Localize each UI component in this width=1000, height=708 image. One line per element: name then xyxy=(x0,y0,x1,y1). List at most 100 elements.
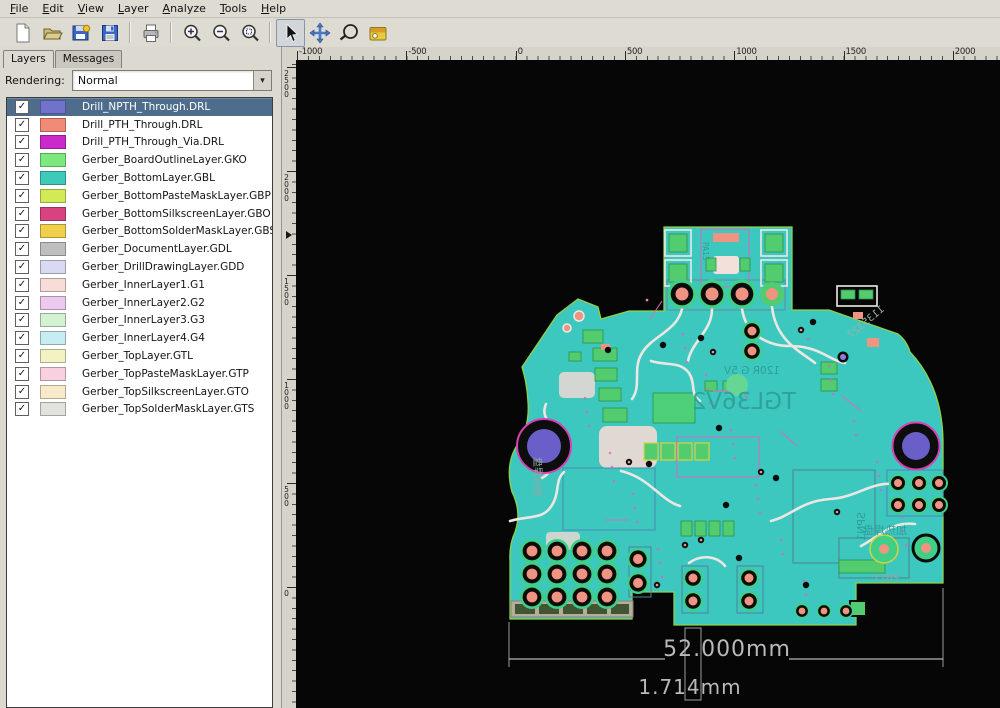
layer-visibility-checkbox[interactable]: ✓ xyxy=(15,260,29,274)
layer-visibility-checkbox[interactable]: ✓ xyxy=(15,313,29,327)
layer-visibility-checkbox[interactable]: ✓ xyxy=(15,278,29,292)
menu-layer[interactable]: Layer xyxy=(112,1,157,16)
v-ruler: 25002000150010005000 xyxy=(282,60,297,708)
layer-row[interactable]: ✓ Gerber_TopSolderMaskLayer.GTS xyxy=(7,401,272,419)
zoom-out-button[interactable] xyxy=(206,19,235,47)
layer-visibility-checkbox[interactable]: ✓ xyxy=(15,224,29,238)
cursor-position-marker xyxy=(286,231,292,239)
svg-text:TGL36V2: TGL36V2 xyxy=(692,389,797,415)
layer-visibility-checkbox[interactable]: ✓ xyxy=(15,135,29,149)
layer-visibility-checkbox[interactable]: ✓ xyxy=(15,331,29,345)
layer-color-swatch[interactable] xyxy=(40,100,66,114)
toolbar-separator xyxy=(129,22,131,43)
layer-row[interactable]: ✓Gerber_DocumentLayer.GDL xyxy=(7,240,272,258)
layer-visibility-checkbox[interactable]: ✓ xyxy=(15,100,29,114)
layer-color-swatch[interactable] xyxy=(40,402,66,416)
pcb-viewport[interactable]: TGL36V2 120R G 5V SPN1 PB11 PA15 1135327… xyxy=(296,60,1000,708)
print-button[interactable] xyxy=(136,19,165,47)
layer-name: Gerber_BottomLayer.GBL xyxy=(82,172,215,184)
ruler-tick xyxy=(287,67,296,68)
rendering-row: Rendering: Normal ▾ xyxy=(0,68,281,93)
layer-color-swatch[interactable] xyxy=(40,296,66,310)
layer-color-swatch[interactable] xyxy=(40,367,66,381)
layer-color-swatch[interactable] xyxy=(40,278,66,292)
pointer-tool-button[interactable] xyxy=(276,19,305,47)
layer-row[interactable]: ✓Gerber_BottomSilkscreenLayer.GBO xyxy=(7,205,272,223)
layer-visibility-checkbox[interactable]: ✓ xyxy=(15,367,29,381)
layer-color-swatch[interactable] xyxy=(40,331,66,345)
menu-tools[interactable]: Tools xyxy=(214,1,255,16)
svg-text:接出焊盘: 接出焊盘 xyxy=(531,457,544,497)
layer-visibility-checkbox[interactable]: ✓ xyxy=(15,349,29,363)
zoom-in-button[interactable] xyxy=(177,19,206,47)
zoom-box-tool-button[interactable] xyxy=(334,19,363,47)
layer-color-swatch[interactable] xyxy=(40,207,66,221)
pan-tool-button[interactable] xyxy=(305,19,334,47)
zoom-fit-button[interactable] xyxy=(235,19,264,47)
ruler-tick-label: 0 xyxy=(283,589,290,596)
layer-row[interactable]: ✓ Gerber_BottomLayer.GBL xyxy=(7,169,272,187)
layer-row[interactable]: ✓Gerber_BottomPasteMaskLayer.GBP xyxy=(7,187,272,205)
layer-color-swatch[interactable] xyxy=(40,189,66,203)
layer-visibility-checkbox[interactable]: ✓ xyxy=(15,207,29,221)
layer-color-swatch[interactable] xyxy=(40,349,66,363)
tab-layers[interactable]: Layers xyxy=(3,50,54,68)
layer-visibility-checkbox[interactable]: ✓ xyxy=(15,153,29,167)
layer-visibility-checkbox[interactable]: ✓ xyxy=(15,171,29,185)
layer-row[interactable]: ✓Gerber_InnerLayer4.G4 xyxy=(7,329,272,347)
layer-visibility-checkbox[interactable]: ✓ xyxy=(15,402,29,416)
layer-visibility-checkbox[interactable]: ✓ xyxy=(15,242,29,256)
rendering-label: Rendering: xyxy=(5,74,65,87)
layer-color-swatch[interactable] xyxy=(40,242,66,256)
new-file-button[interactable] xyxy=(8,19,37,47)
menu-help[interactable]: Help xyxy=(255,1,294,16)
layer-visibility-checkbox[interactable]: ✓ xyxy=(15,118,29,132)
layer-visibility-checkbox[interactable]: ✓ xyxy=(15,385,29,399)
layer-name: Drill_PTH_Through.DRL xyxy=(82,119,202,131)
menu-view[interactable]: View xyxy=(72,1,112,16)
ruler-tick xyxy=(297,51,298,60)
layer-color-swatch[interactable] xyxy=(40,135,66,149)
rendering-dropdown[interactable]: Normal ▾ xyxy=(72,70,272,91)
layer-name: Gerber_TopSolderMaskLayer.GTS xyxy=(82,403,254,415)
layer-row[interactable]: ✓Gerber_BoardOutlineLayer.GKO xyxy=(7,151,272,169)
layer-row[interactable]: ✓ Drill_NPTH_Through.DRL xyxy=(7,98,272,116)
layer-color-swatch[interactable] xyxy=(40,118,66,132)
measure-tool-button[interactable] xyxy=(363,19,392,47)
menu-analyze[interactable]: Analyze xyxy=(157,1,214,16)
layer-visibility-checkbox[interactable]: ✓ xyxy=(15,296,29,310)
layer-row[interactable]: ✓Gerber_TopLayer.GTL xyxy=(7,347,272,365)
measure-icon xyxy=(367,22,389,44)
layer-visibility-checkbox[interactable]: ✓ xyxy=(15,189,29,203)
ruler-tick xyxy=(625,51,626,60)
layer-row[interactable]: ✓Gerber_TopSilkscreenLayer.GTO xyxy=(7,383,272,401)
layer-row[interactable]: ✓Gerber_InnerLayer1.G1 xyxy=(7,276,272,294)
menu-edit[interactable]: Edit xyxy=(36,1,71,16)
layer-color-swatch[interactable] xyxy=(40,260,66,274)
layer-row[interactable]: ✓Gerber_BottomSolderMaskLayer.GBS xyxy=(7,223,272,241)
ruler-tick-label: -1000 xyxy=(299,47,322,57)
revert-button[interactable] xyxy=(66,19,95,47)
layer-row[interactable]: ✓Drill_PTH_Through_Via.DRL xyxy=(7,134,272,152)
gerber-canvas[interactable]: -1000-5000500100015002000 25002000150010… xyxy=(282,47,1000,708)
layer-row[interactable]: ✓Gerber_InnerLayer2.G2 xyxy=(7,294,272,312)
menu-file[interactable]: File xyxy=(4,1,36,16)
toolbar-separator xyxy=(170,22,172,43)
tab-messages[interactable]: Messages xyxy=(55,50,123,68)
ruler-tick-label: 500 xyxy=(283,485,290,506)
layer-color-swatch[interactable] xyxy=(40,224,66,238)
layer-row[interactable]: ✓Gerber_TopPasteMaskLayer.GTP xyxy=(7,365,272,383)
pcb-board-drawing: TGL36V2 120R G 5V SPN1 PB11 PA15 1135327… xyxy=(296,60,1000,708)
layer-name: Drill_NPTH_Through.DRL xyxy=(82,101,210,113)
save-button[interactable] xyxy=(95,19,124,47)
layer-color-swatch[interactable] xyxy=(40,153,66,167)
layer-list: ✓Drill_NPTH_Through.DRL✓Drill_PTH_Throug… xyxy=(6,97,273,708)
chevron-down-icon[interactable]: ▾ xyxy=(253,71,271,90)
layer-row[interactable]: ✓Gerber_DrillDrawingLayer.GDD xyxy=(7,258,272,276)
layer-color-swatch[interactable] xyxy=(40,385,66,399)
layer-color-swatch[interactable] xyxy=(40,171,66,185)
open-file-button[interactable] xyxy=(37,19,66,47)
layer-color-swatch[interactable] xyxy=(40,313,66,327)
layer-row[interactable]: ✓Gerber_InnerLayer3.G3 xyxy=(7,312,272,330)
layer-row[interactable]: ✓ Drill_PTH_Through.DRL xyxy=(7,116,272,134)
